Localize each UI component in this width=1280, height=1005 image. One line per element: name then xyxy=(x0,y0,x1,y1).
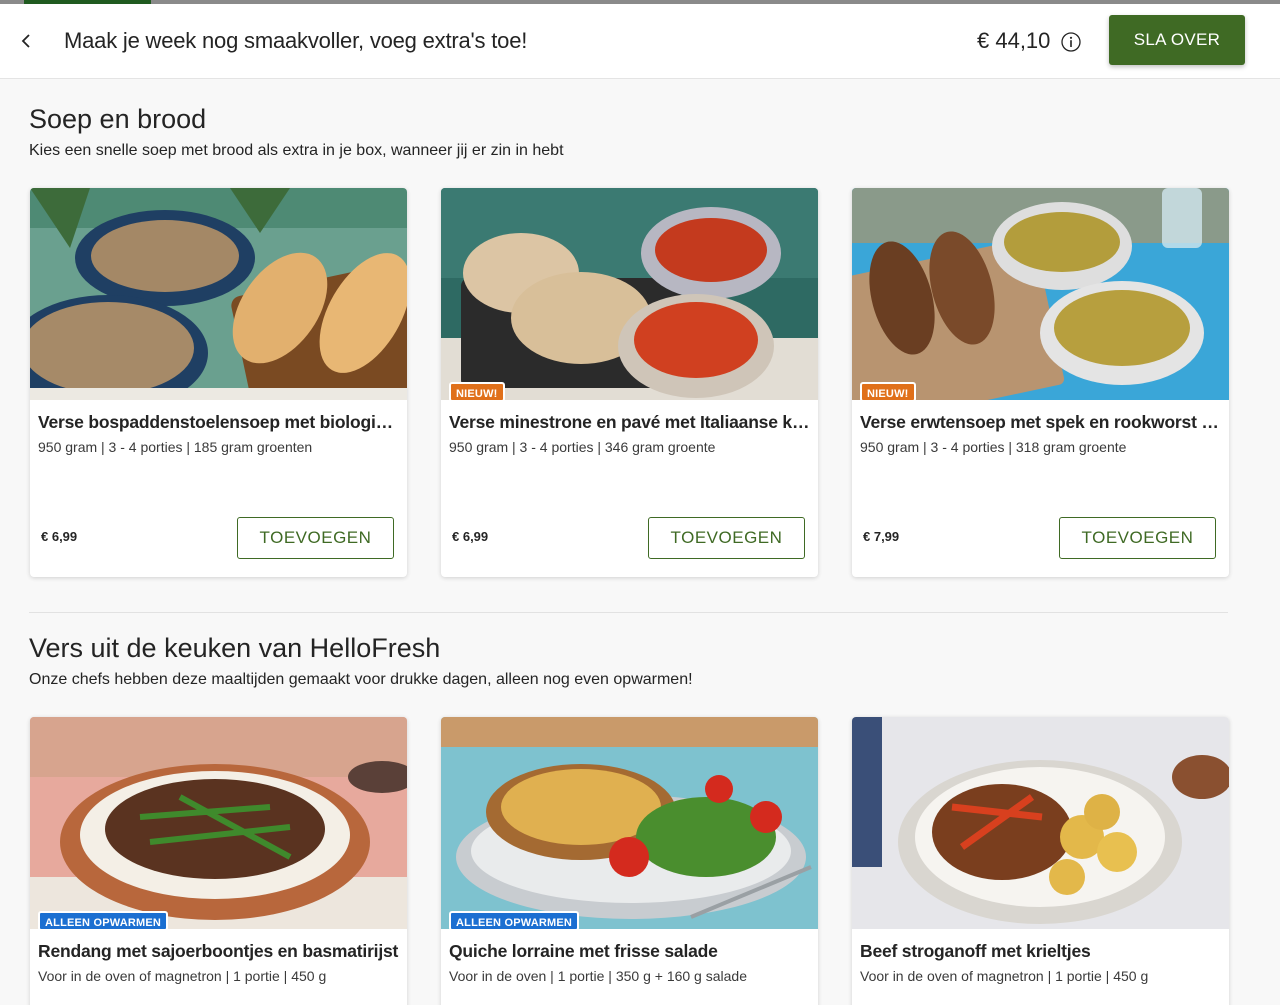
badge-heat-only: ALLEEN OPWARMEN xyxy=(38,911,169,931)
product-description: Voor in de oven of magnetron | 1 portie … xyxy=(860,968,1149,984)
product-image xyxy=(30,717,407,929)
product-card[interactable]: ALLEEN OPWARMEN Rendang met sajoerboontj… xyxy=(30,717,407,1005)
section-divider xyxy=(29,612,1228,613)
product-description: 950 gram | 3 - 4 porties | 346 gram groe… xyxy=(449,439,716,455)
product-title: Rendang met sajoerboontjes en basmatirij… xyxy=(38,941,399,961)
page-title: Maak je week nog smaakvoller, voeg extra… xyxy=(64,28,528,53)
product-image xyxy=(441,188,818,400)
product-description: Voor in de oven | 1 portie | 350 g + 160… xyxy=(449,968,747,984)
skip-button[interactable]: SLA OVER xyxy=(1109,15,1245,65)
add-button[interactable]: TOEVOEGEN xyxy=(237,517,394,559)
product-price: € 6,99 xyxy=(41,529,78,544)
badge-heat-only: ALLEEN OPWARMEN xyxy=(449,911,580,931)
product-card[interactable]: Verse bospaddenstoelensoep met biologisc… xyxy=(30,188,407,577)
chevron-left-icon xyxy=(21,34,30,48)
product-title: Verse erwtensoep met spek en rookworst m… xyxy=(860,412,1222,432)
top-bar: Maak je week nog smaakvoller, voeg extra… xyxy=(0,4,1280,79)
info-circle-icon[interactable] xyxy=(1061,32,1081,52)
product-image xyxy=(852,188,1229,400)
badge-new: NIEUW! xyxy=(449,382,505,402)
product-title: Beef stroganoff met krieltjes xyxy=(860,941,1091,961)
section-subtitle-kitchen: Onze chefs hebben deze maaltijden gemaak… xyxy=(29,671,693,688)
badge-new: NIEUW! xyxy=(860,382,916,402)
add-button[interactable]: TOEVOEGEN xyxy=(648,517,805,559)
section-title-kitchen: Vers uit de keuken van HelloFresh xyxy=(29,633,441,663)
product-card[interactable]: ALLEEN OPWARMEN Quiche lorraine met fris… xyxy=(441,717,818,1005)
total-price: € 44,10 xyxy=(977,28,1051,53)
product-price: € 7,99 xyxy=(863,529,900,544)
product-image xyxy=(441,717,818,929)
product-image xyxy=(30,188,407,400)
product-image xyxy=(852,717,1229,929)
product-description: Voor in de oven of magnetron | 1 portie … xyxy=(38,968,327,984)
product-card[interactable]: NIEUW! Verse erwtensoep met spek en rook… xyxy=(852,188,1229,577)
product-price: € 6,99 xyxy=(452,529,489,544)
add-button[interactable]: TOEVOEGEN xyxy=(1059,517,1216,559)
product-title: Verse minestrone en pavé met Italiaanse … xyxy=(449,412,811,432)
section-subtitle-soup: Kies een snelle soep met brood als extra… xyxy=(29,142,564,159)
product-title: Quiche lorraine met frisse salade xyxy=(449,941,718,961)
product-title: Verse bospaddenstoelensoep met biologisc… xyxy=(38,412,400,432)
product-description: 950 gram | 3 - 4 porties | 185 gram groe… xyxy=(38,439,313,455)
product-card[interactable]: NIEUW! Verse minestrone en pavé met Ital… xyxy=(441,188,818,577)
back-button[interactable] xyxy=(14,28,38,54)
section-title-soup: Soep en brood xyxy=(29,104,207,134)
product-card[interactable]: Beef stroganoff met krieltjes Voor in de… xyxy=(852,717,1229,1005)
product-description: 950 gram | 3 - 4 porties | 318 gram groe… xyxy=(860,439,1127,455)
